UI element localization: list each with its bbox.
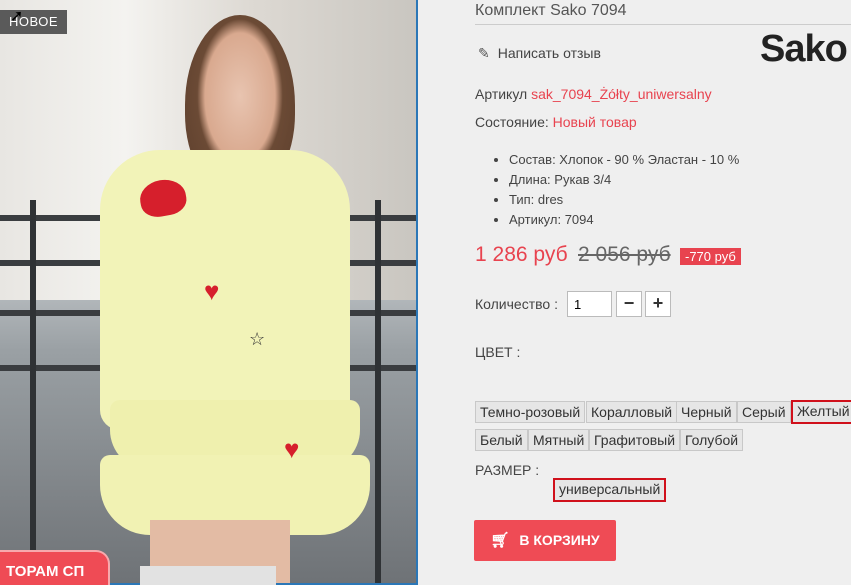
- quantity-increase-button[interactable]: +: [645, 291, 671, 317]
- sku-label: Артикул: [475, 86, 528, 102]
- sku-row: Артикул sak_7094_Żółty_uniwersalny: [475, 86, 712, 102]
- quantity-decrease-button[interactable]: −: [616, 291, 642, 317]
- current-price: 1 286 руб: [475, 243, 568, 266]
- spec-item: Состав: Хлопок - 90 % Эластан - 10 %: [509, 150, 739, 170]
- color-option-mint[interactable]: Мятный: [528, 429, 590, 451]
- add-to-cart-button[interactable]: 🛒︎ В КОРЗИНУ: [474, 520, 616, 561]
- color-label: ЦВЕТ :: [475, 344, 521, 360]
- cursor-icon: ➚: [10, 8, 24, 25]
- condition-value: Новый товар: [552, 114, 637, 130]
- write-review-link[interactable]: ✎ Написать отзыв: [478, 45, 601, 62]
- sku-value: sak_7094_Żółty_uniwersalny: [531, 86, 712, 102]
- specs-list: Состав: Хлопок - 90 % Эластан - 10 % Дли…: [491, 150, 739, 230]
- title-divider: [475, 24, 851, 25]
- color-option-dark-pink[interactable]: Темно-розовый: [475, 401, 586, 423]
- size-label: РАЗМЕР :: [475, 462, 540, 478]
- color-option-black[interactable]: Черный: [676, 401, 737, 423]
- size-option-universal[interactable]: универсальный: [553, 478, 667, 502]
- condition-label: Состояние:: [475, 114, 549, 130]
- product-photo[interactable]: ♥ ♥ ☆ НОВОЕ ➚ ТОРАМ СП: [0, 0, 418, 585]
- spec-item: Тип: dres: [509, 190, 739, 210]
- color-option-light-blue[interactable]: Голубой: [680, 429, 744, 451]
- condition-row: Состояние: Новый товар: [475, 114, 637, 130]
- discount-badge: -770 руб: [680, 248, 741, 265]
- color-option-yellow[interactable]: Желтый: [791, 400, 851, 424]
- thumbnail-strip[interactable]: [140, 566, 276, 585]
- brand-logo: Sako: [760, 28, 848, 70]
- photo-frame: [0, 0, 418, 585]
- old-price: 2 056 руб: [578, 243, 671, 266]
- color-option-gray[interactable]: Серый: [737, 401, 791, 423]
- product-title: Комплект Sako 7094: [475, 2, 627, 19]
- quantity-input[interactable]: [567, 291, 612, 317]
- spec-item: Артикул: 7094: [509, 210, 739, 230]
- quantity-label: Количество :: [475, 296, 558, 312]
- cart-icon: 🛒︎: [490, 532, 510, 549]
- pencil-icon: ✎: [478, 45, 490, 61]
- spec-item: Длина: Рукав 3/4: [509, 170, 739, 190]
- promo-banner[interactable]: ТОРАМ СП: [0, 552, 108, 585]
- cart-label: В КОРЗИНУ: [519, 532, 600, 548]
- color-option-graphite[interactable]: Графитовый: [589, 429, 681, 451]
- review-label: Написать отзыв: [497, 45, 601, 61]
- color-option-coral[interactable]: Коралловый: [586, 401, 678, 423]
- color-option-white[interactable]: Белый: [475, 429, 528, 451]
